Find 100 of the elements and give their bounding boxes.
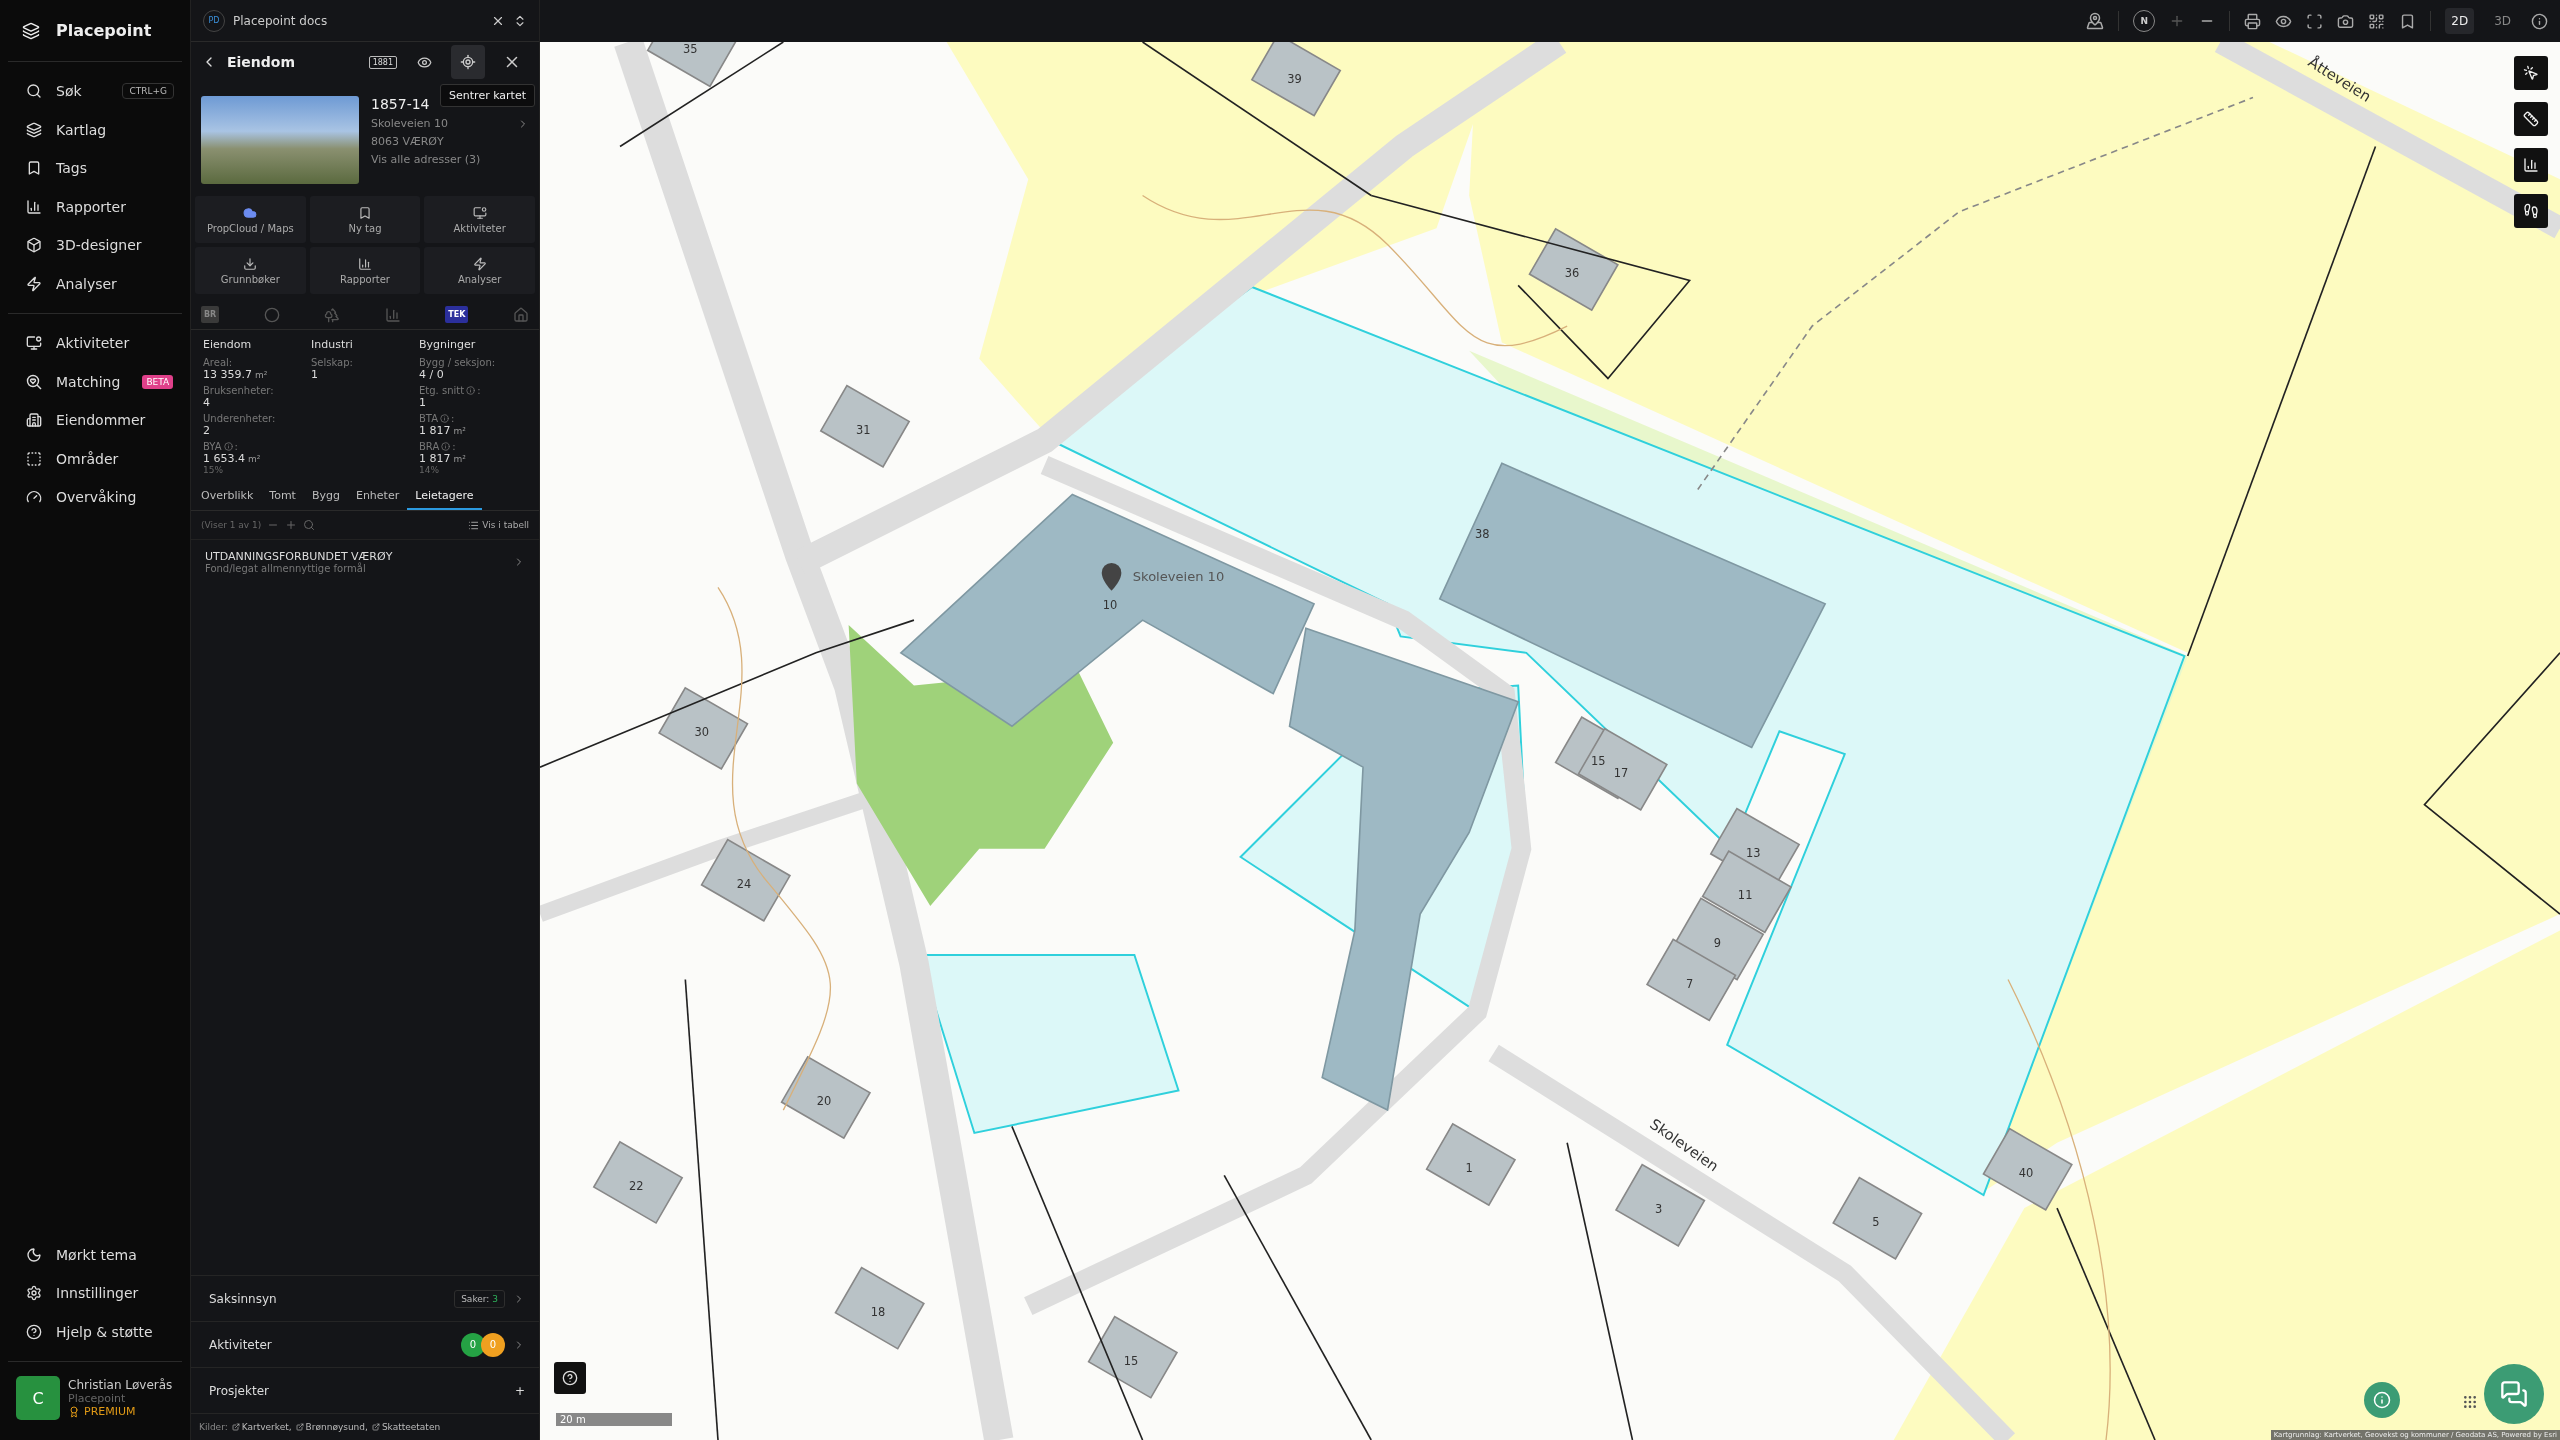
field-value: 2 [203, 424, 211, 437]
nav-item[interactable]: Områder [8, 439, 182, 478]
fullscreen-icon[interactable] [2306, 12, 2324, 30]
view-mode-button[interactable]: 2D [2445, 8, 2475, 34]
printer-icon[interactable] [2244, 12, 2262, 30]
nav-item[interactable]: Overvåking [8, 478, 182, 517]
plan-label: PREMIUM [84, 1405, 136, 1418]
location-pin-icon[interactable] [2086, 12, 2105, 30]
tenant-name: UTDANNINGSFORBUNDET VÆRØY [205, 550, 394, 563]
nav-item[interactable]: Innstillinger [8, 1274, 182, 1313]
field-label: Underenheter: [203, 413, 276, 424]
field-label: BRA [419, 441, 440, 452]
all-addresses-link[interactable]: Vis alle adresser (3) [371, 153, 529, 166]
column-heading: Bygninger [419, 338, 477, 351]
tab[interactable]: Tomt [261, 483, 304, 510]
monitor-icon [26, 335, 42, 352]
chart-button[interactable] [2514, 148, 2548, 182]
nav-item[interactable]: 3D-designer [8, 226, 182, 265]
user-name: Christian Løverås [68, 1378, 173, 1392]
view-mode-button[interactable]: 3D [2488, 8, 2517, 34]
nav-item[interactable]: Kartlag [8, 110, 182, 149]
house-number: 38 [1474, 527, 1490, 542]
field-label: Areal: [203, 357, 233, 368]
photo-placeholder[interactable] [201, 96, 359, 184]
camera-icon[interactable] [2337, 12, 2355, 30]
tenant-row[interactable]: UTDANNINGSFORBUNDET VÆRØY Fond/legat allmennyttige formål [191, 540, 539, 584]
action-button[interactable]: PropCloud / Maps [195, 196, 306, 243]
user-avatar[interactable]: C [16, 1376, 60, 1420]
section-row[interactable]: Saksinnsyn Saker: 3 [191, 1275, 539, 1321]
field-value: 13 359.7 m² [203, 368, 269, 381]
nav-item[interactable]: Rapporter [8, 187, 182, 226]
section-row[interactable]: Aktiviteter 0 0 [191, 1321, 539, 1367]
footprints-icon [2523, 203, 2539, 219]
nav-item[interactable]: Aktiviteter [8, 324, 182, 363]
help-icon [26, 1323, 42, 1340]
building-icon [26, 412, 42, 429]
nav-item[interactable]: Matching BETA [8, 362, 182, 401]
layers-logo-icon [22, 21, 40, 40]
house-number: 15 [1123, 1353, 1139, 1368]
info-icon [2373, 1391, 2391, 1409]
tree-icon[interactable] [324, 306, 341, 323]
measure-button[interactable] [2514, 102, 2548, 136]
lightning-icon [26, 275, 42, 292]
nav-item[interactable]: Eiendommer [8, 401, 182, 440]
field-label: Bygg / seksjon: [419, 357, 496, 368]
action-button[interactable]: Ny tag [309, 196, 421, 243]
section-row[interactable]: Prosjekter + [191, 1367, 539, 1413]
tab[interactable]: Bygg [303, 483, 348, 510]
field-label: BTA [419, 413, 439, 424]
table-view-link[interactable]: Vis i tabell [468, 519, 529, 531]
house-number: 36 [1564, 266, 1580, 281]
house-number: 22 [629, 1179, 644, 1194]
action-button[interactable]: Analyser [424, 247, 535, 294]
field-value: 1 653.4 m² [203, 452, 262, 465]
select-tool-button[interactable] [2514, 56, 2548, 90]
address-link[interactable]: Skoleveien 10 [371, 117, 529, 130]
center-map-button[interactable] [451, 45, 485, 79]
help-button[interactable] [554, 1362, 586, 1394]
walking-time-button[interactable] [2514, 194, 2548, 228]
bar-chart-icon [358, 256, 372, 271]
beta-badge: BETA [142, 374, 174, 389]
tek-logo[interactable]: TEK [445, 306, 469, 323]
action-button[interactable]: Aktiviteter [424, 196, 535, 243]
label-colon: : [451, 413, 455, 424]
bar-chart-icon[interactable] [384, 306, 401, 323]
directory-badge[interactable]: 1881 [368, 55, 397, 69]
action-button[interactable]: Grunnbøker [195, 247, 306, 294]
circle-icon[interactable] [263, 306, 280, 323]
brand-logo[interactable]: Placepoint [8, 0, 182, 62]
nav-item[interactable]: Mørkt tema [8, 1235, 182, 1274]
sources-label: Kilder: [199, 1422, 228, 1432]
cloud-icon [243, 205, 258, 220]
house-number: 30 [694, 725, 709, 740]
external-link-icon [371, 1423, 380, 1431]
info-icon[interactable] [2531, 12, 2548, 30]
map-pin-icon[interactable] [1101, 563, 1122, 591]
tab[interactable]: Enheter [347, 483, 408, 510]
house-number: 3 [1654, 1202, 1663, 1216]
activity-count: 0 [481, 1332, 505, 1357]
house-number: 20 [816, 1094, 832, 1109]
grip-icon[interactable] [2462, 1394, 2478, 1410]
tab[interactable]: Leietagere [407, 483, 482, 510]
action-button[interactable]: Rapporter [309, 247, 421, 294]
eye-icon [416, 54, 432, 70]
source-link[interactable]: Kartverket, [231, 1422, 292, 1432]
tenant-category: Fond/legat allmennyttige formål [205, 563, 367, 574]
source-link[interactable]: Skatteetaten [371, 1422, 441, 1432]
heart-magnifier-icon [26, 373, 42, 390]
lightning-icon [472, 256, 487, 271]
nav-item[interactable]: Analyser [8, 264, 182, 303]
activity-count: 0 [461, 1332, 485, 1357]
shortcut-badge: CTRL+G [122, 83, 174, 100]
grid-icon[interactable] [2368, 12, 2386, 30]
nav-item[interactable]: Søk CTRL+G [8, 72, 182, 111]
house-number: 40 [2018, 1166, 2034, 1181]
source-link[interactable]: Brønnøysund, [295, 1422, 368, 1432]
nav-item[interactable]: Tags [8, 149, 182, 188]
nav-item[interactable]: Hjelp & støtte [8, 1312, 182, 1351]
tab[interactable]: Overblikk [193, 483, 262, 510]
search-icon[interactable] [303, 519, 316, 531]
